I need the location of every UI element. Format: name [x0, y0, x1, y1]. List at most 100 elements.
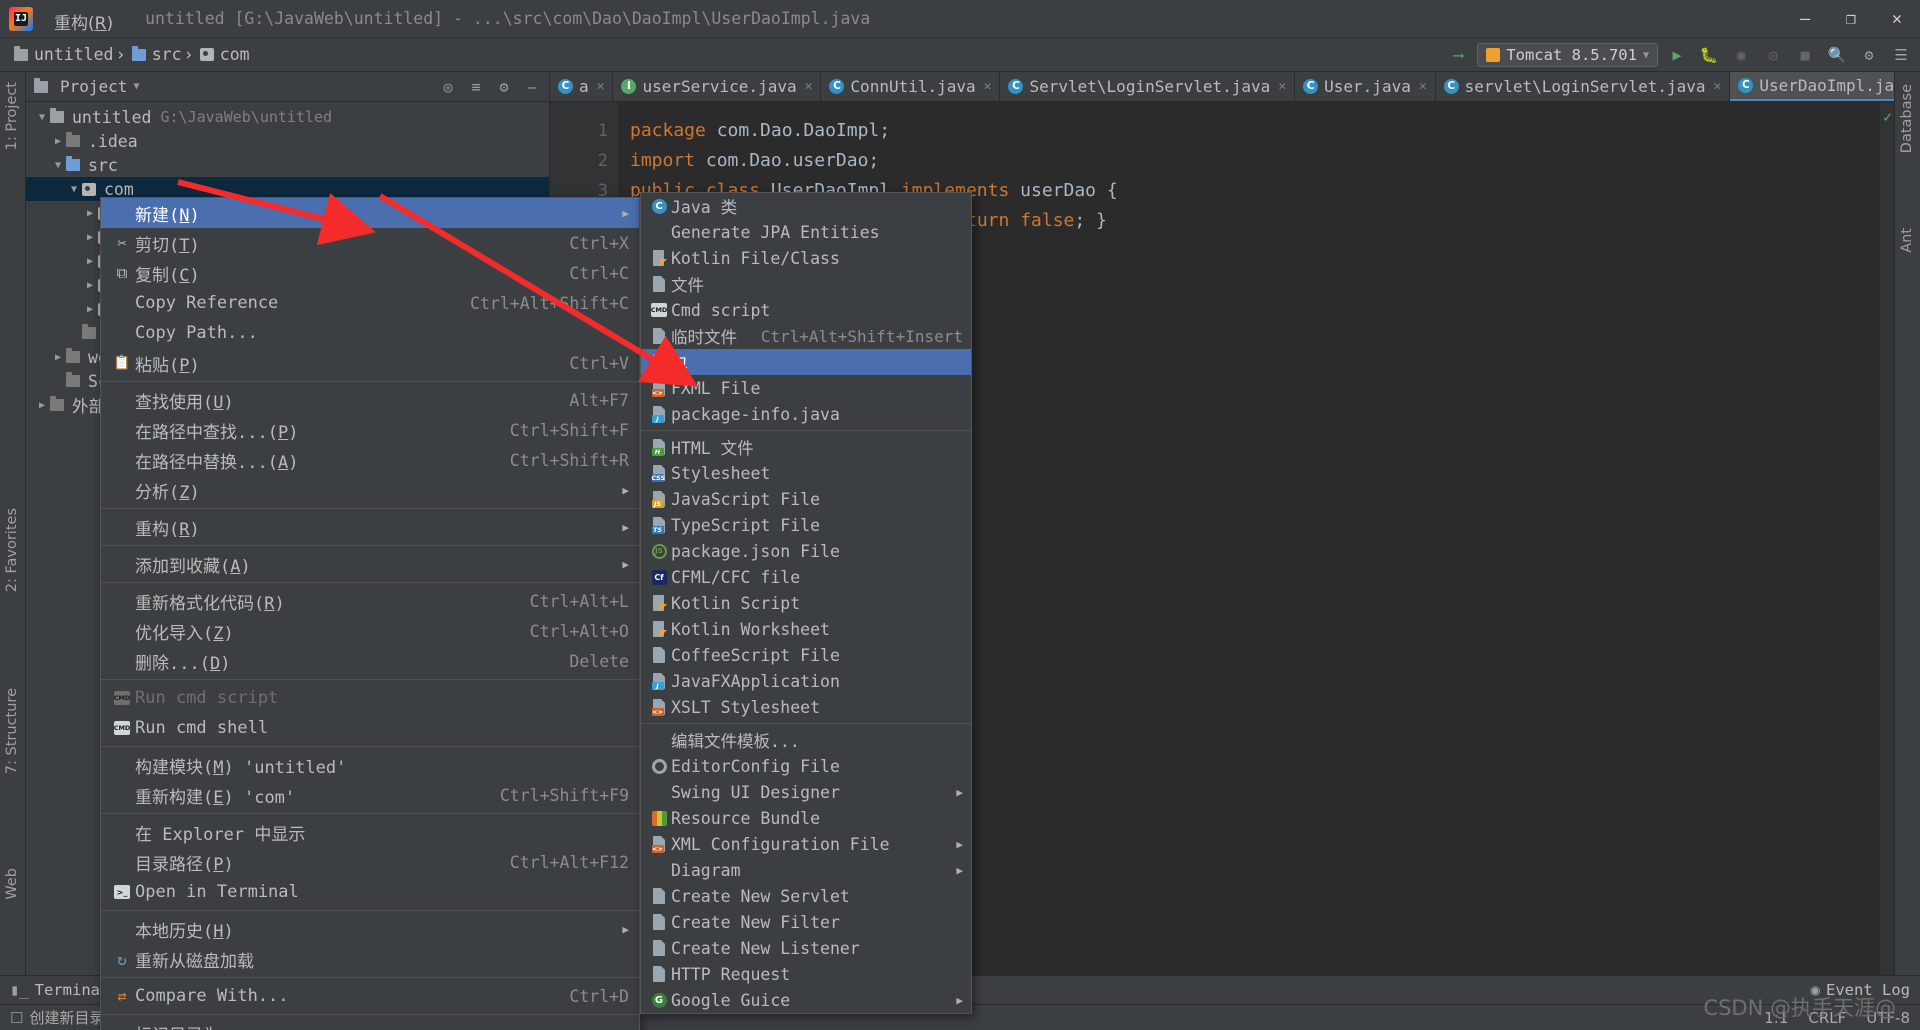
chevron-right-icon[interactable]: ▶ — [82, 208, 98, 219]
menu-refactor[interactable]: 重构(R) — [45, 6, 127, 37]
create-new-filter[interactable]: Create New Filter — [641, 909, 971, 935]
menu-new[interactable]: 新建(N) ▶ — [101, 198, 639, 228]
run-button[interactable]: ▶ — [1664, 42, 1690, 68]
breadcrumb-item-untitled[interactable]: untitled — [8, 45, 115, 64]
menu-cut[interactable]: ✂ 剪切(T) Ctrl+X — [101, 228, 639, 258]
new-xml-configuration-file[interactable]: <> XML Configuration File ▶ — [641, 831, 971, 857]
breadcrumb-item-com[interactable]: com — [194, 45, 252, 64]
stop-button[interactable]: ■ — [1792, 42, 1818, 68]
new-file-submenu[interactable]: C Java 类 Generate JPA Entities Kotlin File/… — [640, 192, 972, 1014]
vcs-update-icon[interactable]: ⟶ — [1445, 42, 1471, 68]
project-panel-title-group[interactable]: Project ▼ — [34, 77, 139, 96]
menu-build-module[interactable]: 构建模块(M) 'untitled' — [101, 750, 639, 780]
menu-open-in-terminal[interactable]: >_ Open in Terminal — [101, 877, 639, 907]
tree-node-untitled[interactable]: ▼ untitled G:\JavaWeb\untitled — [26, 105, 549, 129]
new-editorconfig-file[interactable]: EditorConfig File — [641, 753, 971, 779]
menu-reload-from-disk[interactable]: ↻ 重新从磁盘加载 — [101, 944, 639, 974]
minimize-button[interactable]: — — [1782, 0, 1828, 38]
menu-analyze[interactable]: 分析(Z) ▶ — [101, 475, 639, 505]
menu-copy-reference[interactable]: Copy Reference Ctrl+Alt+Shift+C — [101, 288, 639, 318]
new-resource-bundle[interactable]: Resource Bundle — [641, 805, 971, 831]
chevron-right-icon[interactable]: ▶ — [82, 256, 98, 267]
new-generate-jpa-entities[interactable]: Generate JPA Entities — [641, 219, 971, 245]
new-javascript-file[interactable]: JS JavaScript File — [641, 486, 971, 512]
chevron-right-icon[interactable]: ▶ — [82, 232, 98, 243]
menu-find-usages[interactable]: 查找使用(U) Alt+F7 — [101, 385, 639, 415]
new-package-json-file[interactable]: JS package.json File — [641, 538, 971, 564]
new-html-file[interactable]: H HTML 文件 — [641, 434, 971, 460]
close-icon[interactable]: ✕ — [597, 79, 605, 94]
tool-button-database[interactable]: Database — [1894, 78, 1920, 159]
breadcrumb[interactable]: untitled › src › com — [8, 45, 252, 65]
menu-add-to-favorites[interactable]: 添加到收藏(A) ▶ — [101, 549, 639, 579]
chevron-right-icon[interactable]: ▶ — [50, 136, 66, 147]
close-icon[interactable]: ✕ — [1714, 79, 1722, 94]
editor-tab-userService-java[interactable]: IuserService.java ✕ — [613, 72, 822, 101]
close-icon[interactable]: ✕ — [984, 79, 992, 94]
new-xslt-stylesheet[interactable]: <> XSLT Stylesheet — [641, 694, 971, 720]
close-icon[interactable]: ✕ — [1278, 79, 1286, 94]
settings-gear-icon[interactable]: ⚙ — [1856, 42, 1882, 68]
tool-button-structure[interactable]: 7: Structure — [0, 682, 25, 780]
new-package[interactable]: 包 — [641, 349, 971, 375]
run-configuration-selector[interactable]: Tomcat 8.5.701 ▼ — [1477, 43, 1658, 67]
new-fxml-file[interactable]: <> FXML File — [641, 375, 971, 401]
editor-tab-bar[interactable]: Ca ✕ IuserService.java ✕ C ConnUtil.java ✕ C Ser… — [550, 72, 1894, 102]
new-kotlin-file-class[interactable]: Kotlin File/Class — [641, 245, 971, 271]
new-scratch-file[interactable]: 临时文件 Ctrl+Alt+Shift+Insert — [641, 323, 971, 349]
project-context-menu[interactable]: 新建(N) ▶ ✂ 剪切(T) Ctrl+X ⧉ 复制(C) Ctrl+C Copy Refer… — [100, 197, 640, 1030]
menu-find-in-path[interactable]: 在路径中查找...(P) Ctrl+Shift+F — [101, 415, 639, 445]
new-cfml-cfc-file[interactable]: Cf CFML/CFC file — [641, 564, 971, 590]
collapse-all-icon[interactable]: ≡ — [463, 74, 489, 100]
new-kotlin-worksheet[interactable]: Kotlin Worksheet — [641, 616, 971, 642]
editor-tab-servlet-LoginServlet-java[interactable]: Cservlet\LoginServlet.java ✕ — [1436, 72, 1731, 101]
chevron-right-icon[interactable]: ▶ — [34, 400, 50, 411]
locate-file-icon[interactable]: ◎ — [435, 74, 461, 100]
menu-rebuild[interactable]: 重新构建(E) 'com' Ctrl+Shift+F9 — [101, 780, 639, 810]
settings-gear-icon[interactable]: ⚙ — [491, 74, 517, 100]
create-new-listener[interactable]: Create New Listener — [641, 935, 971, 961]
new-kotlin-script[interactable]: Kotlin Script — [641, 590, 971, 616]
editor-tab-User-java[interactable]: C User.java ✕ — [1295, 72, 1436, 101]
tool-button-ant[interactable]: Ant — [1894, 222, 1920, 259]
chevron-right-icon[interactable]: ▶ — [82, 304, 98, 315]
tool-button-favorites[interactable]: 2: Favorites — [0, 502, 25, 598]
new-stylesheet[interactable]: CSS Stylesheet — [641, 460, 971, 486]
editor-tab-Servlet-LoginServlet-java[interactable]: C Servlet\LoginServlet.java ✕ — [1000, 72, 1296, 101]
hide-panel-icon[interactable]: — — [519, 74, 545, 100]
editor-marker-bar[interactable]: ✓ — [1880, 102, 1894, 975]
new-java-class[interactable]: C Java 类 — [641, 193, 971, 219]
new-typescript-file[interactable]: TS TypeScript File — [641, 512, 971, 538]
tool-button-web[interactable]: Web — [0, 862, 25, 906]
new-package-info[interactable]: Jpackage-info.java — [641, 401, 971, 427]
new-coffeescript-file[interactable]: CoffeeScript File — [641, 642, 971, 668]
edit-file-templates[interactable]: 编辑文件模板... — [641, 727, 971, 753]
chevron-down-icon[interactable]: ▼ — [133, 81, 139, 92]
editor-tab-a[interactable]: Ca ✕ — [550, 72, 614, 101]
chevron-right-icon[interactable]: ▶ — [50, 352, 66, 363]
chevron-right-icon[interactable]: ▶ — [82, 280, 98, 291]
menu-copy[interactable]: ⧉ 复制(C) Ctrl+C — [101, 258, 639, 288]
editor-tab-ConnUtil-java[interactable]: C ConnUtil.java ✕ — [821, 72, 1001, 101]
editor-tab-UserDaoImpl-java[interactable]: CUserDaoImpl.java✕ — [1730, 72, 1894, 101]
maximize-button[interactable]: ❐ — [1828, 0, 1874, 38]
menu-delete[interactable]: 删除...(D) Delete — [101, 646, 639, 676]
chevron-down-icon[interactable]: ▼ — [50, 160, 66, 171]
menu-refactor[interactable]: 重构(R) ▶ — [101, 512, 639, 542]
menu-show-in-explorer[interactable]: 在 Explorer 中显示 — [101, 817, 639, 847]
new-javafx-application[interactable]: J JavaFXApplication — [641, 668, 971, 694]
menu-paste[interactable]: 📋 粘贴(P) Ctrl+V — [101, 348, 639, 378]
create-new-servlet[interactable]: Create New Servlet — [641, 883, 971, 909]
menu-copy-path[interactable]: Copy Path... — [101, 318, 639, 348]
breadcrumb-item-src[interactable]: src — [126, 45, 184, 64]
search-everywhere-icon[interactable]: 🔍 — [1824, 42, 1850, 68]
run-coverage-button[interactable]: ◉ — [1728, 42, 1754, 68]
new-cmd-script[interactable]: CMD Cmd script — [641, 297, 971, 323]
menu-directory-path[interactable]: 目录路径(P) Ctrl+Alt+F12 — [101, 847, 639, 877]
menu-compare-with[interactable]: ⇄ Compare With... Ctrl+D — [101, 981, 639, 1011]
menu-local-history[interactable]: 本地历史(H) ▶ — [101, 914, 639, 944]
project-structure-icon[interactable]: ☰ — [1888, 42, 1914, 68]
new-http-request[interactable]: HTTP Request — [641, 961, 971, 987]
chevron-down-icon[interactable]: ▼ — [66, 184, 82, 195]
menu-replace-in-path[interactable]: 在路径中替换...(A) Ctrl+Shift+R — [101, 445, 639, 475]
